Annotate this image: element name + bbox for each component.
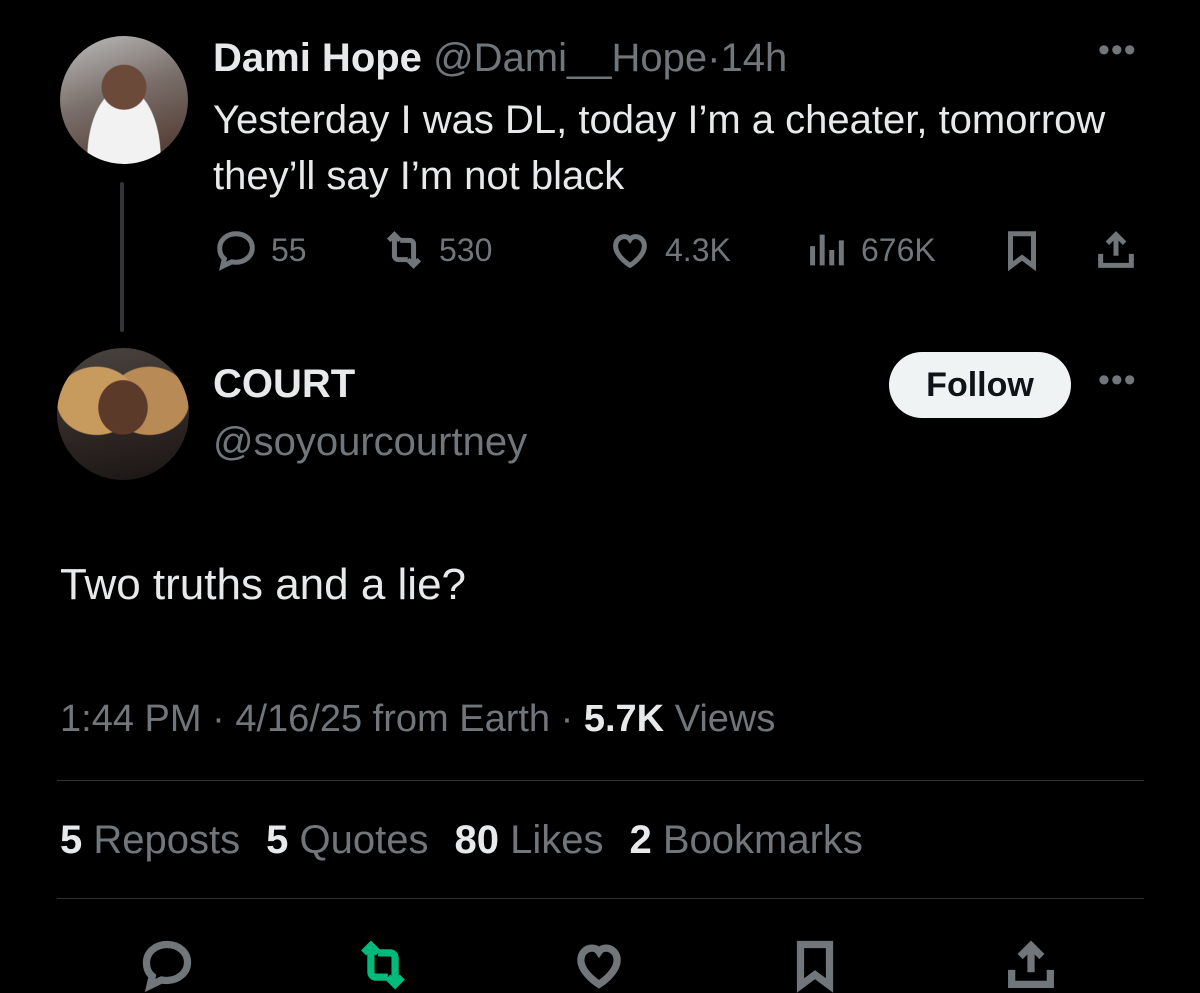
repost-icon <box>361 940 405 990</box>
quotes-count: 5 <box>266 818 289 862</box>
views-button[interactable]: 676K <box>803 224 936 276</box>
separator-dot: · <box>212 698 225 740</box>
thread-line <box>120 182 124 332</box>
bookmark-button[interactable] <box>786 936 844 993</box>
reposts-label: Reposts <box>93 818 241 862</box>
follow-button[interactable]: Follow <box>889 352 1071 418</box>
repost-button[interactable]: 530 <box>381 224 492 276</box>
separator-dot: · <box>560 698 574 740</box>
divider <box>57 780 1144 781</box>
like-button[interactable] <box>570 936 628 993</box>
tweet-date[interactable]: 4/16/25 <box>235 698 362 740</box>
share-button[interactable] <box>1002 936 1060 993</box>
likes-count: 80 <box>454 818 499 862</box>
bookmarks-label: Bookmarks <box>662 818 863 862</box>
reply-count: 55 <box>271 231 307 268</box>
divider <box>57 898 1144 899</box>
share-icon <box>1008 940 1054 988</box>
repost-button[interactable] <box>354 936 412 993</box>
views-count: 5.7K <box>583 698 665 740</box>
engagement-stats: 5 Reposts 5 Quotes 80 Likes 2 Bookmarks <box>60 818 863 863</box>
like-icon <box>613 234 647 269</box>
tweet-source: from Earth <box>372 698 551 740</box>
avatar[interactable] <box>60 36 188 164</box>
reply-icon <box>217 231 255 271</box>
author-display-name[interactable]: COURT <box>213 362 355 407</box>
like-count: 4.3K <box>665 231 731 268</box>
separator-dot: · <box>707 36 721 80</box>
reply-button[interactable]: 55 <box>213 224 307 276</box>
reposts-count: 5 <box>60 818 83 862</box>
quotes-stat[interactable]: 5 Quotes <box>266 818 428 863</box>
parent-handle[interactable]: @Dami__Hope <box>433 36 707 80</box>
quotes-label: Quotes <box>299 818 429 862</box>
author-handle[interactable]: @soyourcourtney <box>213 420 527 465</box>
parent-time-ago[interactable]: 14h <box>720 36 787 80</box>
parent-author-line: Dami Hope @Dami__Hope·14h <box>213 36 787 81</box>
parent-tweet-text: Yesterday I was DL, today I’m a cheater,… <box>213 98 1106 198</box>
reposts-stat[interactable]: 5 Reposts <box>60 818 240 863</box>
like-icon <box>577 944 621 989</box>
repost-count: 530 <box>439 231 493 268</box>
bookmark-icon <box>1008 231 1036 272</box>
avatar[interactable] <box>57 348 189 480</box>
bookmark-button[interactable] <box>999 224 1045 276</box>
like-button[interactable]: 4.3K <box>607 224 731 276</box>
tweet-metadata: 1:44 PM · 4/16/25 from Earth · 5.7K View… <box>60 698 775 741</box>
bottom-action-bar <box>0 930 1200 993</box>
views-count: 676K <box>861 231 936 268</box>
views-label: Views <box>674 698 776 740</box>
views-icon <box>810 234 844 266</box>
parent-display-name[interactable]: Dami Hope <box>213 36 422 80</box>
likes-stat[interactable]: 80 Likes <box>454 818 603 863</box>
more-options-icon[interactable]: ••• <box>1098 33 1137 67</box>
likes-label: Likes <box>510 818 604 862</box>
reply-button[interactable] <box>138 936 196 993</box>
share-icon <box>1098 231 1134 268</box>
bookmark-icon <box>796 940 834 993</box>
parent-action-bar: 55 530 4.3K 676K <box>213 224 1143 276</box>
bookmarks-stat[interactable]: 2 Bookmarks <box>629 818 862 863</box>
reply-icon <box>142 940 192 993</box>
tweet-time[interactable]: 1:44 PM <box>60 698 202 740</box>
share-button[interactable] <box>1093 224 1139 276</box>
repost-icon <box>386 231 422 269</box>
more-options-icon[interactable]: ••• <box>1098 363 1137 397</box>
tweet-text: Two truths and a lie? <box>60 560 467 609</box>
bookmarks-count: 2 <box>629 818 652 862</box>
